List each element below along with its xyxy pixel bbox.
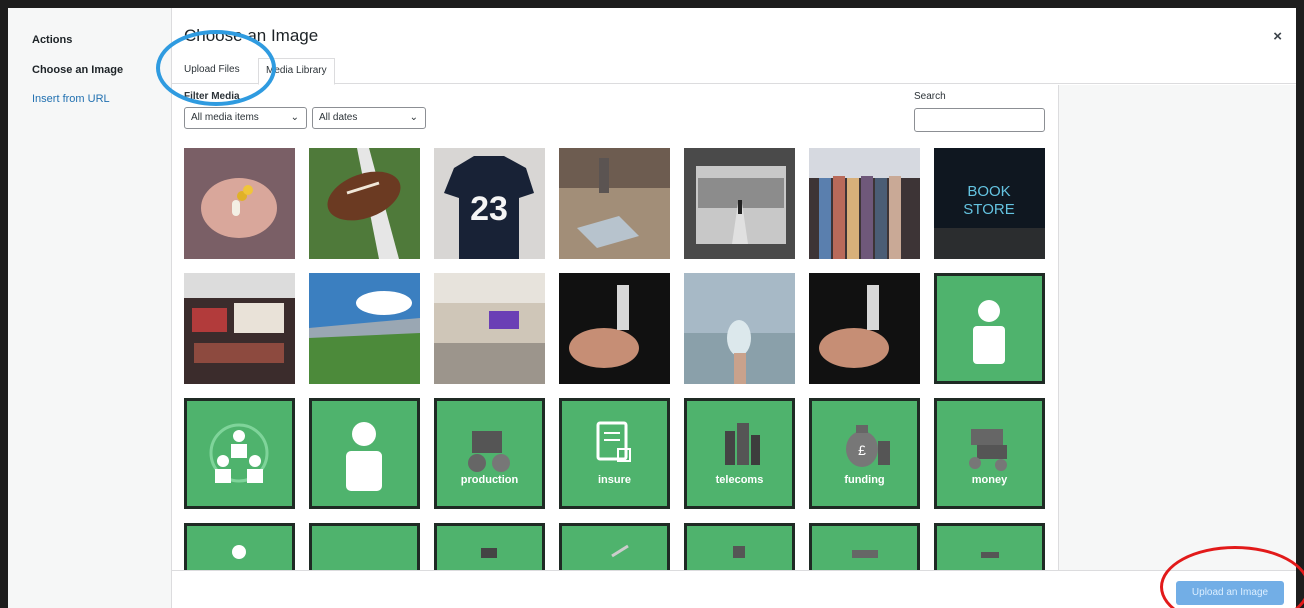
buildings-icon	[733, 546, 745, 558]
attachment-office-room[interactable]	[434, 273, 545, 384]
media-date-value: All dates	[319, 112, 358, 123]
person-icon	[973, 300, 1005, 364]
bookstore-sign-image: BOOKSTORE	[934, 148, 1045, 259]
attachment-production-tile[interactable]: production	[434, 398, 545, 509]
attachment-tile-row4-5[interactable]	[684, 523, 795, 570]
attachment-bookstore-sign[interactable]: BOOK STORE	[934, 148, 1045, 259]
mask-floor-image	[559, 148, 670, 259]
attachment-pills-in-hand[interactable]	[184, 148, 295, 259]
attachment-tile-row4-1[interactable]	[184, 523, 295, 570]
attachment-stadium-sky[interactable]	[309, 273, 420, 384]
modal-title: Choose an Image	[184, 26, 319, 45]
office-room-image	[434, 273, 545, 384]
attachment-glass-beach[interactable]	[684, 273, 795, 384]
buildings-icon	[725, 423, 760, 465]
tile-label-insure: insure	[597, 474, 631, 486]
router-tabs: Upload Files Media Library	[172, 58, 1296, 85]
attachment-funding-tile[interactable]: £ funding	[809, 398, 920, 509]
cash-stack-icon	[969, 429, 1007, 471]
attachment-tile-row4-7[interactable]	[934, 523, 1045, 570]
attachment-football[interactable]	[309, 148, 420, 259]
clothes-rack-image	[809, 148, 920, 259]
production-icon	[481, 548, 497, 558]
stadium-sky-image	[309, 273, 420, 384]
attachments-browser: Filter Media All media items ⌄ All dates…	[172, 85, 1058, 570]
media-frame: Choose an Image × Upload Files Media Lib…	[172, 8, 1296, 608]
close-button[interactable]: ×	[1273, 28, 1282, 45]
svg-text:BOOK: BOOK	[967, 183, 1010, 200]
money-bag-icon: £	[846, 425, 890, 467]
menu-heading-actions: Actions	[32, 34, 73, 46]
tab-upload-files[interactable]: Upload Files	[177, 58, 247, 85]
svg-text:STORE: STORE	[963, 201, 1014, 218]
tile-label-funding: funding	[844, 474, 885, 486]
menu-item-insert-from-url[interactable]: Insert from URL	[32, 93, 110, 105]
attachment-bw-photo[interactable]	[684, 148, 795, 259]
attachment-mask-floor[interactable]	[559, 148, 670, 259]
attachment-insure-tile[interactable]: insure	[559, 398, 670, 509]
attachment-tile-row4-6[interactable]	[809, 523, 920, 570]
attachment-person-icon-tile[interactable]	[934, 273, 1045, 384]
attachment-jersey[interactable]: 23	[434, 148, 545, 259]
media-type-select[interactable]: All media items ⌄	[184, 107, 307, 129]
media-type-value: All media items	[191, 112, 259, 123]
tile-label-telecoms: telecoms	[715, 474, 764, 486]
media-menu: Actions Choose an Image Insert from URL	[8, 8, 172, 608]
attachment-tile-row4-4[interactable]	[559, 523, 670, 570]
glass-beach-image	[684, 273, 795, 384]
attachment-money-tile[interactable]: money	[934, 398, 1045, 509]
football-image	[309, 148, 420, 259]
bw-photo-image	[684, 148, 795, 259]
search-input[interactable]	[914, 108, 1045, 132]
filter-media-label: Filter Media	[184, 91, 240, 102]
tile-label-production: production	[460, 474, 519, 486]
jersey-image: 23	[434, 148, 545, 259]
city-billboards-image	[184, 273, 295, 384]
attachment-person-icon-tile-2[interactable]	[309, 398, 420, 509]
document-icon	[611, 544, 629, 558]
media-modal: Actions Choose an Image Insert from URL …	[8, 8, 1296, 608]
document-icon	[596, 421, 631, 462]
attachment-tile-row4-3[interactable]	[434, 523, 545, 570]
money-bag-icon	[852, 550, 878, 558]
production-icon	[468, 431, 510, 472]
tab-media-library[interactable]: Media Library	[258, 58, 335, 85]
pills-in-hand-image	[184, 148, 295, 259]
chevron-down-icon: ⌄	[290, 112, 299, 123]
attachment-telecoms-tile[interactable]: telecoms	[684, 398, 795, 509]
svg-text:£: £	[858, 442, 866, 458]
sanitizer-hands-image	[559, 273, 670, 384]
upload-image-button[interactable]: Upload an Image	[1176, 581, 1284, 605]
search-label: Search	[914, 91, 946, 102]
attachment-city-billboards[interactable]	[184, 273, 295, 384]
svg-text:23: 23	[470, 190, 508, 228]
sanitizer-hands-image	[809, 273, 920, 384]
attachment-sanitizer-hands[interactable]	[559, 273, 670, 384]
person-icon	[232, 545, 246, 559]
attachment-team-icon-tile[interactable]	[184, 398, 295, 509]
attachment-tile-row4-2[interactable]	[309, 523, 420, 570]
modal-toolbar: Upload an Image	[172, 570, 1296, 608]
attachment-details-sidebar	[1058, 85, 1296, 570]
cash-stack-icon	[981, 552, 999, 558]
chevron-down-icon: ⌄	[409, 112, 418, 123]
attachment-sanitizer-hands-2[interactable]	[809, 273, 920, 384]
attachment-clothes-rack[interactable]	[809, 148, 920, 259]
media-date-select[interactable]: All dates ⌄	[312, 107, 426, 129]
team-icon	[209, 423, 269, 483]
menu-item-choose-image[interactable]: Choose an Image	[32, 64, 123, 76]
tile-label-money: money	[971, 474, 1008, 486]
person-icon	[346, 422, 382, 491]
